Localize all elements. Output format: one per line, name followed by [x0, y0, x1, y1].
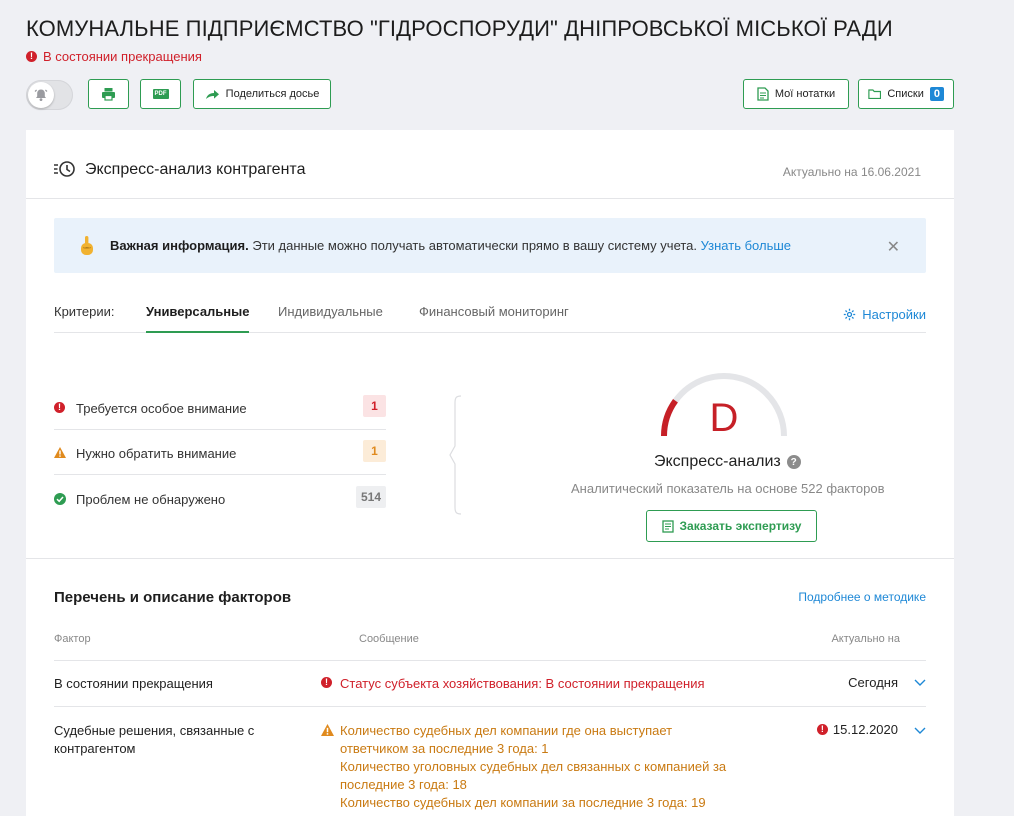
table-row[interactable]: Судебные решения, связанные с контрагент…	[54, 707, 926, 816]
grade-title: Экспресс-анализ ?	[654, 453, 801, 471]
factor-message-line: Количество судебных дел компании где она…	[340, 723, 673, 756]
my-notes-button[interactable]: Мої нотатки	[743, 79, 849, 109]
factor-message: Количество судебных дел компании где она…	[321, 722, 730, 812]
express-analysis-header: Экспресс-анализ контрагента Актуально на…	[26, 130, 954, 199]
criteria-label-warning: Нужно обратить внимание	[76, 446, 237, 461]
grade-subtitle: Аналитический показатель на основе 522 ф…	[571, 481, 885, 496]
pdf-button[interactable]: PDF	[140, 79, 181, 109]
share-dossier-button[interactable]: Поделиться досье	[193, 79, 331, 109]
help-icon[interactable]: ?	[786, 455, 801, 469]
info-banner-message: Эти данные можно получать автоматически …	[252, 238, 698, 253]
lists-label: Списки	[887, 88, 924, 100]
pointing-hand-icon	[81, 236, 93, 255]
factor-message-line: Количество судебных дел компании за посл…	[340, 795, 706, 810]
tab-financial-monitoring[interactable]: Финансовый мониторинг	[419, 304, 569, 333]
criteria-tabs: Критерии: Универсальные Индивидуальные Ф…	[54, 302, 926, 333]
settings-label: Настройки	[862, 307, 926, 322]
factor-name: Судебные решения, связанные с контрагент…	[54, 723, 255, 756]
my-notes-label: Мої нотатки	[774, 88, 836, 100]
error-icon: !	[26, 51, 37, 62]
table-row[interactable]: В состоянии прекращения ! Статус субъект…	[54, 661, 926, 707]
criteria-label-critical: Требуется особое внимание	[76, 401, 247, 416]
criteria-count-ok: 514	[355, 486, 386, 508]
share-arrow-icon	[205, 90, 219, 99]
factors-table-header: Фактор Сообщение Актуально на	[54, 633, 926, 661]
factors-title: Перечень и описание факторов	[54, 589, 292, 606]
error-icon: !	[816, 724, 828, 735]
order-expertise-label: Заказать экспертизу	[679, 519, 802, 533]
page-title: КОМУНАЛЬНЕ ПІДПРИЄМСТВО "ГІДРОСПОРУДИ" Д…	[26, 16, 893, 41]
settings-link[interactable]: Настройки	[843, 307, 926, 322]
factor-date: Сегодня	[848, 675, 898, 690]
history-clock-icon	[54, 161, 75, 177]
gear-icon	[844, 308, 856, 321]
chevron-down-icon[interactable]	[914, 727, 926, 735]
factor-message: ! Статус субъекта хозяйствования: В сост…	[321, 675, 730, 693]
error-icon: !	[54, 402, 65, 413]
grade-title-text: Экспресс-анализ	[654, 453, 781, 470]
folder-icon	[868, 89, 882, 100]
company-status-text: В состоянии прекращения	[43, 49, 202, 64]
lists-button[interactable]: Списки 0	[858, 79, 954, 109]
close-icon[interactable]: ✕	[887, 237, 900, 257]
factor-name: В состоянии прекращения	[54, 676, 213, 691]
info-banner-bold: Важная информация.	[110, 238, 249, 253]
actual-date: Актуально на 16.06.2021	[782, 165, 921, 179]
criteria-row-ok[interactable]: Проблем не обнаружено 514	[54, 476, 386, 521]
order-expertise-button[interactable]: Заказать экспертизу	[646, 510, 817, 542]
share-dossier-label: Поделиться досье	[225, 88, 320, 100]
warning-triangle-icon	[321, 724, 334, 736]
criteria-count-warning: 1	[363, 440, 386, 462]
express-analysis-title: Экспресс-анализ контрагента	[85, 161, 306, 178]
lists-count-badge: 0	[929, 87, 944, 101]
header-actual: Актуально на	[831, 633, 900, 645]
factors-section: Перечень и описание факторов Подробнее о…	[26, 558, 954, 816]
criteria-count-critical: 1	[363, 395, 386, 417]
criteria-label: Критерии:	[54, 304, 115, 319]
toolbar: PDF Поделиться досье Мої нотатки Списки …	[26, 78, 954, 110]
factor-message-line: Статус субъекта хозяйствования: В состоя…	[340, 676, 705, 691]
document-list-icon	[661, 519, 674, 533]
factor-date: ! 15.12.2020	[816, 722, 898, 737]
tab-individual[interactable]: Индивидуальные	[278, 304, 383, 333]
tab-universal[interactable]: Универсальные	[146, 304, 250, 333]
header-message: Сообщение	[359, 633, 419, 645]
criteria-row-warning[interactable]: Нужно обратить внимание 1	[54, 430, 386, 475]
error-icon: !	[321, 677, 332, 688]
grade-letter: D	[709, 396, 739, 440]
header-factor: Фактор	[54, 633, 91, 645]
note-icon	[757, 87, 769, 101]
print-button[interactable]	[88, 79, 129, 109]
info-banner: Важная информация. Эти данные можно полу…	[54, 218, 926, 273]
printer-icon	[102, 88, 115, 101]
factor-message-line: Количество уголовных судебных дел связан…	[340, 759, 727, 792]
pdf-icon: PDF	[152, 89, 169, 99]
check-circle-icon	[54, 493, 66, 505]
methodology-link[interactable]: Подробнее о методике	[798, 590, 926, 604]
learn-more-link[interactable]: Узнать больше	[701, 238, 791, 253]
company-status: ! В состоянии прекращения	[26, 49, 202, 64]
bracket-divider	[449, 395, 462, 515]
bell-icon	[28, 82, 54, 108]
criteria-label-ok: Проблем не обнаружено	[76, 492, 226, 507]
alerts-toggle[interactable]	[26, 80, 73, 110]
info-banner-text: Важная информация. Эти данные можно полу…	[110, 238, 791, 253]
criteria-row-critical[interactable]: ! Требуется особое внимание 1	[54, 385, 386, 430]
factor-date-text: 15.12.2020	[832, 722, 898, 737]
warning-triangle-icon	[54, 447, 66, 458]
chevron-down-icon[interactable]	[914, 679, 926, 687]
express-analysis-card: Экспресс-анализ контрагента Актуально на…	[26, 130, 954, 816]
